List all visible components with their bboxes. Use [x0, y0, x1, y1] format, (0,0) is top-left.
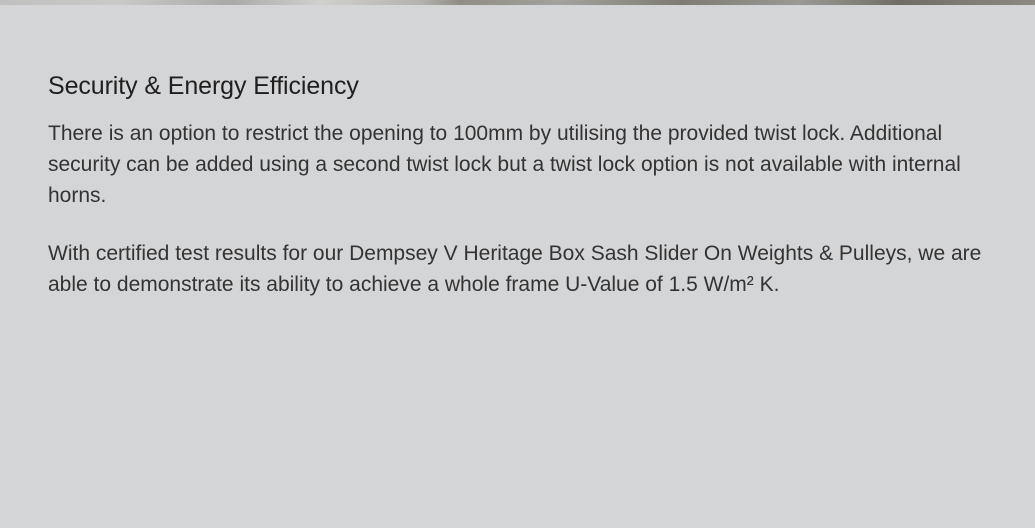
energy-efficiency-paragraph: With certified test results for our Demp… [48, 242, 982, 296]
section-title: Security & Energy Efficiency [48, 72, 359, 100]
page: Security & Energy Efficiency There is an… [0, 0, 1035, 528]
info-panel: Security & Energy Efficiency There is an… [0, 5, 1035, 528]
section-content: Security & Energy Efficiency There is an… [48, 69, 988, 327]
security-paragraph: There is an option to restrict the openi… [48, 122, 961, 207]
